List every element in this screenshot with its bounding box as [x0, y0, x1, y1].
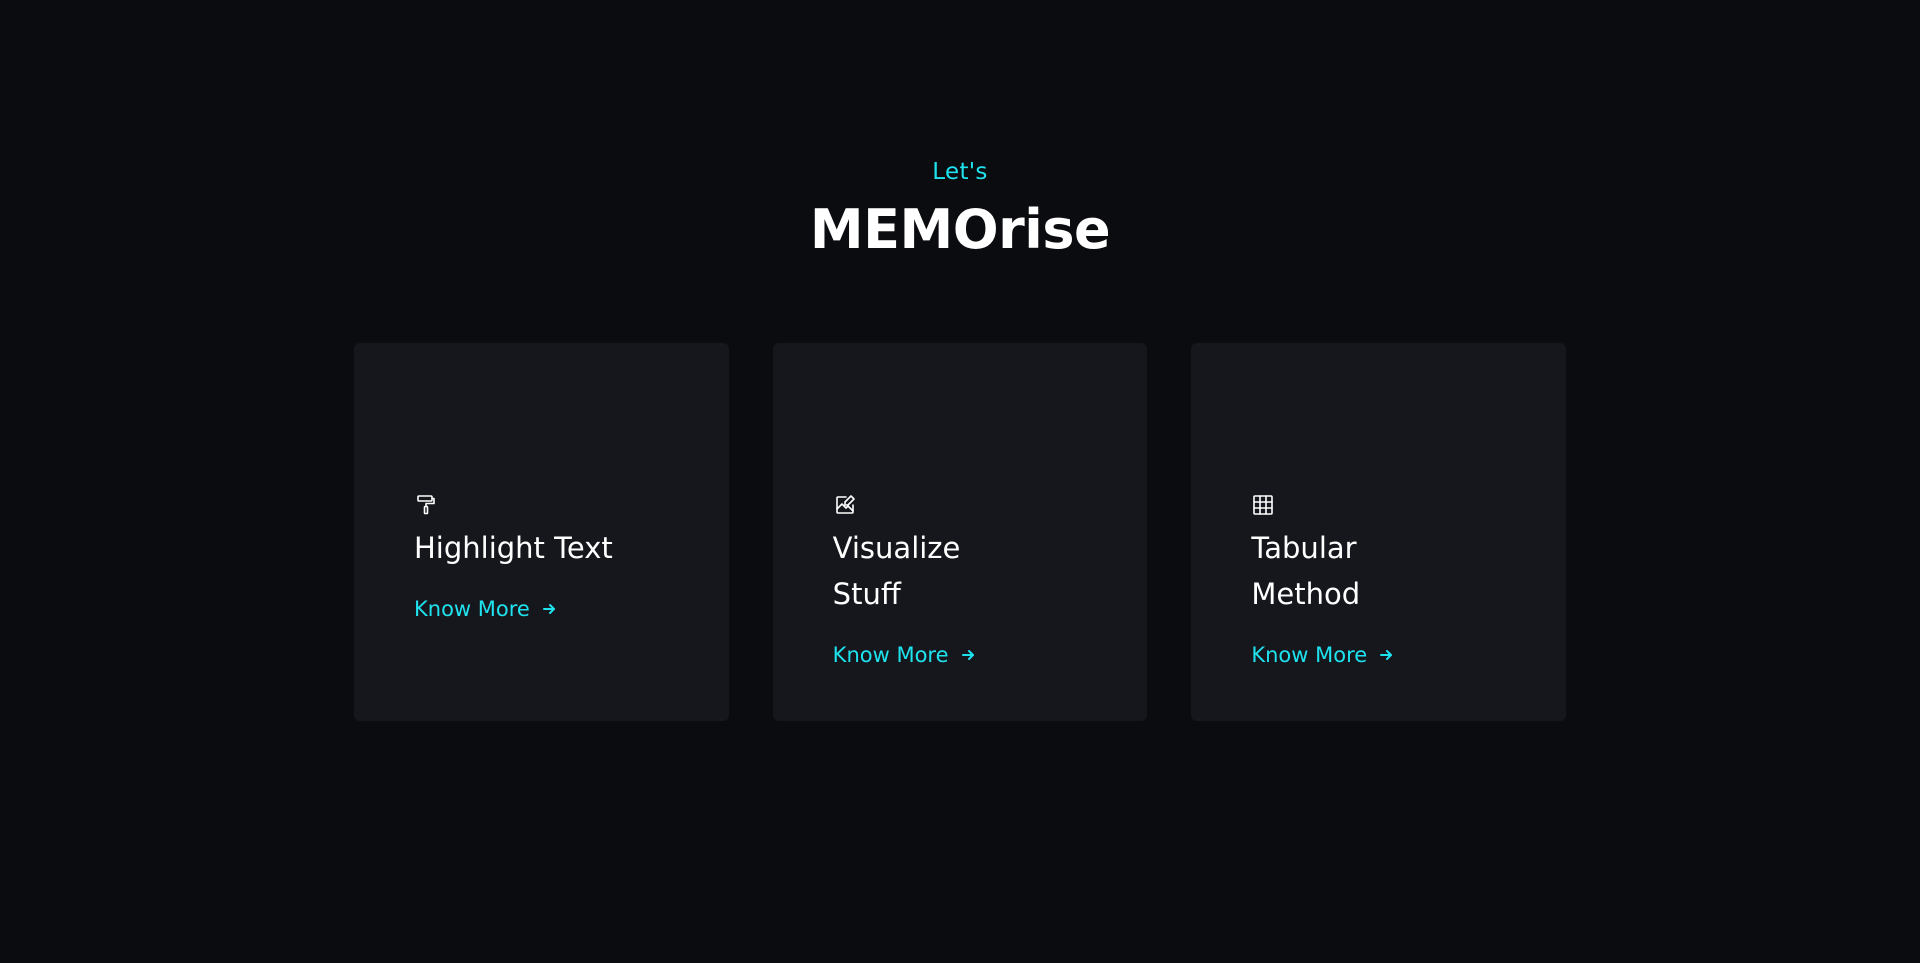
image-edit-icon [833, 493, 857, 517]
paint-roller-icon [414, 493, 438, 517]
know-more-link[interactable]: Know More [1251, 643, 1393, 667]
table-grid-icon [1251, 493, 1275, 517]
feature-card-tabular-method: Tabular Method Know More [1191, 343, 1567, 721]
card-title: Visualize Stuff [832, 531, 961, 611]
know-more-link[interactable]: Know More [414, 597, 556, 621]
feature-cards: Highlight Text Know More Visualize Stuff… [354, 343, 1567, 721]
feature-card-visualize-stuff: Visualize Stuff Know More [772, 343, 1148, 721]
page-title: MEMOrise [809, 198, 1111, 261]
hero: Let's MEMOrise [0, 156, 1920, 262]
page: Let's MEMOrise Highlight Text Know More [0, 0, 1920, 963]
know-more-label: Know More [1251, 643, 1368, 667]
hero-eyebrow: Let's [932, 159, 988, 185]
know-more-link[interactable]: Know More [833, 643, 975, 667]
know-more-label: Know More [832, 643, 949, 667]
card-title: Highlight Text [414, 531, 613, 565]
feature-card-highlight-text: Highlight Text Know More [354, 343, 729, 721]
card-title: Tabular Method [1251, 531, 1361, 611]
know-more-label: Know More [414, 597, 530, 621]
arrow-right-icon [961, 648, 975, 662]
arrow-right-icon [1379, 648, 1393, 662]
arrow-right-icon [542, 602, 556, 616]
